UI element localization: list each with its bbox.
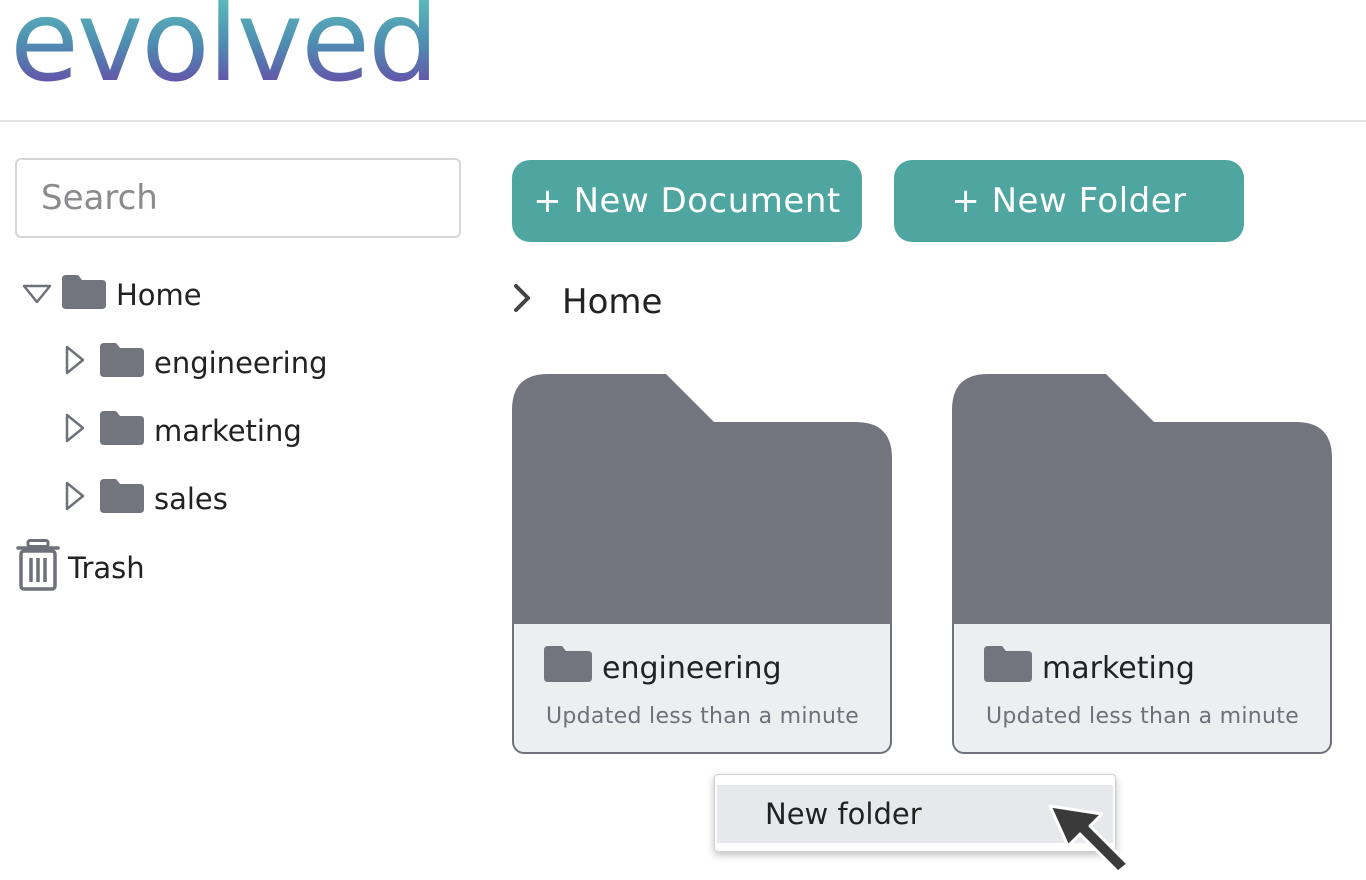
triangle-down-icon[interactable] — [22, 278, 52, 312]
sidebar-item-label: engineering — [154, 346, 328, 380]
new-document-button[interactable]: + New Document — [512, 160, 862, 242]
sidebar-item-label: sales — [154, 482, 228, 516]
sidebar-item-label: Trash — [68, 551, 145, 585]
app-header: evolved — [0, 0, 1366, 122]
app-logo[interactable]: evolved — [10, 0, 439, 98]
sidebar-item-engineering[interactable]: engineering — [64, 338, 328, 388]
triangle-right-icon[interactable] — [64, 481, 86, 518]
triangle-right-icon[interactable] — [64, 345, 86, 382]
trash-icon — [16, 538, 60, 598]
breadcrumb-current[interactable]: Home — [562, 282, 662, 322]
folder-icon — [512, 374, 892, 626]
folder-card-engineering[interactable]: engineering Updated less than a minute — [512, 374, 892, 754]
mouse-cursor-icon — [1044, 800, 1134, 880]
folder-icon — [544, 646, 592, 690]
sidebar-item-sales[interactable]: sales — [64, 474, 228, 524]
sidebar-item-label: marketing — [154, 414, 302, 448]
folder-icon — [100, 342, 144, 384]
folder-icon — [62, 274, 106, 316]
context-menu-item-label: New folder — [765, 797, 922, 831]
chevron-right-icon — [512, 282, 532, 322]
triangle-right-icon[interactable] — [64, 413, 86, 450]
folder-icon — [952, 374, 1332, 626]
sidebar-item-trash[interactable]: Trash — [16, 538, 145, 598]
new-folder-button[interactable]: + New Folder — [894, 160, 1244, 242]
sidebar-item-home[interactable]: Home — [22, 270, 202, 320]
card-updated: Updated less than a minute — [546, 704, 860, 729]
sidebar-item-marketing[interactable]: marketing — [64, 406, 302, 456]
search-input[interactable] — [15, 158, 461, 238]
folder-icon — [100, 478, 144, 520]
folder-card-marketing[interactable]: marketing Updated less than a minute — [952, 374, 1332, 754]
sidebar-item-label: Home — [116, 278, 202, 312]
breadcrumb: Home — [512, 278, 662, 326]
card-info: engineering Updated less than a minute — [512, 624, 892, 754]
folder-icon — [100, 410, 144, 452]
card-info: marketing Updated less than a minute — [952, 624, 1332, 754]
card-name: engineering — [602, 650, 782, 686]
card-name: marketing — [1042, 650, 1195, 686]
card-updated: Updated less than a minute — [986, 704, 1300, 729]
folder-icon — [984, 646, 1032, 690]
